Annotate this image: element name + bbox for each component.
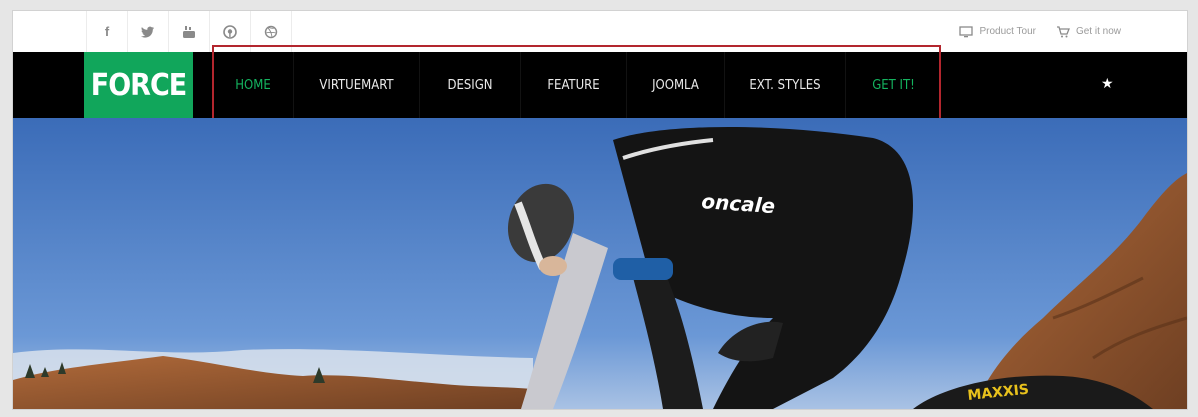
rider-face bbox=[539, 256, 567, 276]
monitor-icon bbox=[959, 25, 974, 37]
page-frame: f Product Tour Get it now FORCE HOME VIR… bbox=[12, 10, 1188, 410]
pinterest-shape bbox=[223, 24, 237, 39]
hero-illustration: oncale MAXXIS bbox=[13, 118, 1187, 409]
twitter-bird-shape bbox=[141, 26, 154, 38]
jersey-logo-text: oncale bbox=[701, 189, 776, 218]
facebook-icon[interactable]: f bbox=[86, 11, 127, 52]
menu-highlight-box bbox=[212, 45, 941, 120]
get-it-now-link[interactable]: Get it now bbox=[1056, 25, 1121, 38]
top-links: Product Tour Get it now bbox=[959, 11, 1121, 52]
dribbble-shape bbox=[264, 25, 278, 38]
twitter-icon[interactable] bbox=[127, 11, 168, 52]
product-tour-link[interactable]: Product Tour bbox=[959, 25, 1036, 38]
hero-image: oncale MAXXIS bbox=[13, 118, 1187, 409]
youtube-shape bbox=[183, 25, 195, 38]
cart-icon bbox=[1056, 25, 1070, 37]
youtube-icon[interactable] bbox=[168, 11, 209, 52]
star-icon[interactable]: ★ bbox=[1101, 75, 1114, 92]
blue-strap bbox=[613, 258, 673, 280]
get-it-now-label: Get it now bbox=[1075, 26, 1121, 37]
product-tour-label: Product Tour bbox=[979, 26, 1036, 37]
site-logo[interactable]: FORCE bbox=[84, 52, 193, 118]
